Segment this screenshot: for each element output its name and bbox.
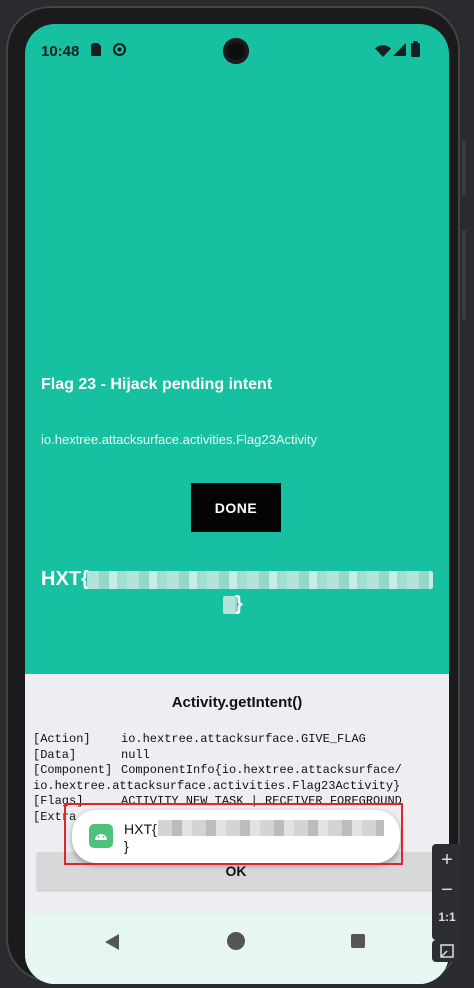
wifi-icon xyxy=(375,44,391,62)
navigation-bar xyxy=(25,914,449,984)
done-button[interactable]: DONE xyxy=(191,483,281,532)
power-button xyxy=(462,230,466,320)
zoom-in-icon[interactable]: + xyxy=(432,844,462,876)
intent-row: [Action] io.hextree.attacksurface.GIVE_FL… xyxy=(33,732,366,746)
sheet-title: Activity.getIntent() xyxy=(171,694,303,711)
sim-card-icon xyxy=(91,43,101,61)
highlight-box xyxy=(64,803,403,865)
cell-signal-icon xyxy=(393,43,406,61)
activity-name: io.hextree.attacksurface.activities.Flag… xyxy=(41,432,318,447)
status-bar: 10:48 xyxy=(25,24,449,76)
flag-prefix: HXT{ xyxy=(41,568,89,590)
app-notification-icon xyxy=(113,43,126,61)
front-camera xyxy=(223,38,249,64)
screenshot-icon[interactable] xyxy=(432,940,462,962)
flag-suffix: } xyxy=(235,593,243,615)
intent-row: [Component] ComponentInfo{io.hextree.atta… xyxy=(33,763,402,777)
battery-icon xyxy=(411,41,420,62)
intent-row: [Data] null xyxy=(33,747,150,762)
actual-size-button[interactable]: 1:1 xyxy=(432,904,462,930)
status-time: 10:48 xyxy=(41,43,80,60)
volume-button xyxy=(462,140,466,196)
intent-row: io.hextree.attacksurface.activities.Flag… xyxy=(33,778,401,793)
zoom-out-icon[interactable]: − xyxy=(432,876,462,904)
recents-icon[interactable] xyxy=(351,934,365,948)
emulator-zoom-toolbar: + − 1:1 xyxy=(432,844,462,940)
home-icon[interactable] xyxy=(227,932,245,950)
redacted-flag xyxy=(87,571,433,589)
page-title: Flag 23 - Hijack pending intent xyxy=(41,376,273,393)
back-icon[interactable] xyxy=(105,934,121,955)
